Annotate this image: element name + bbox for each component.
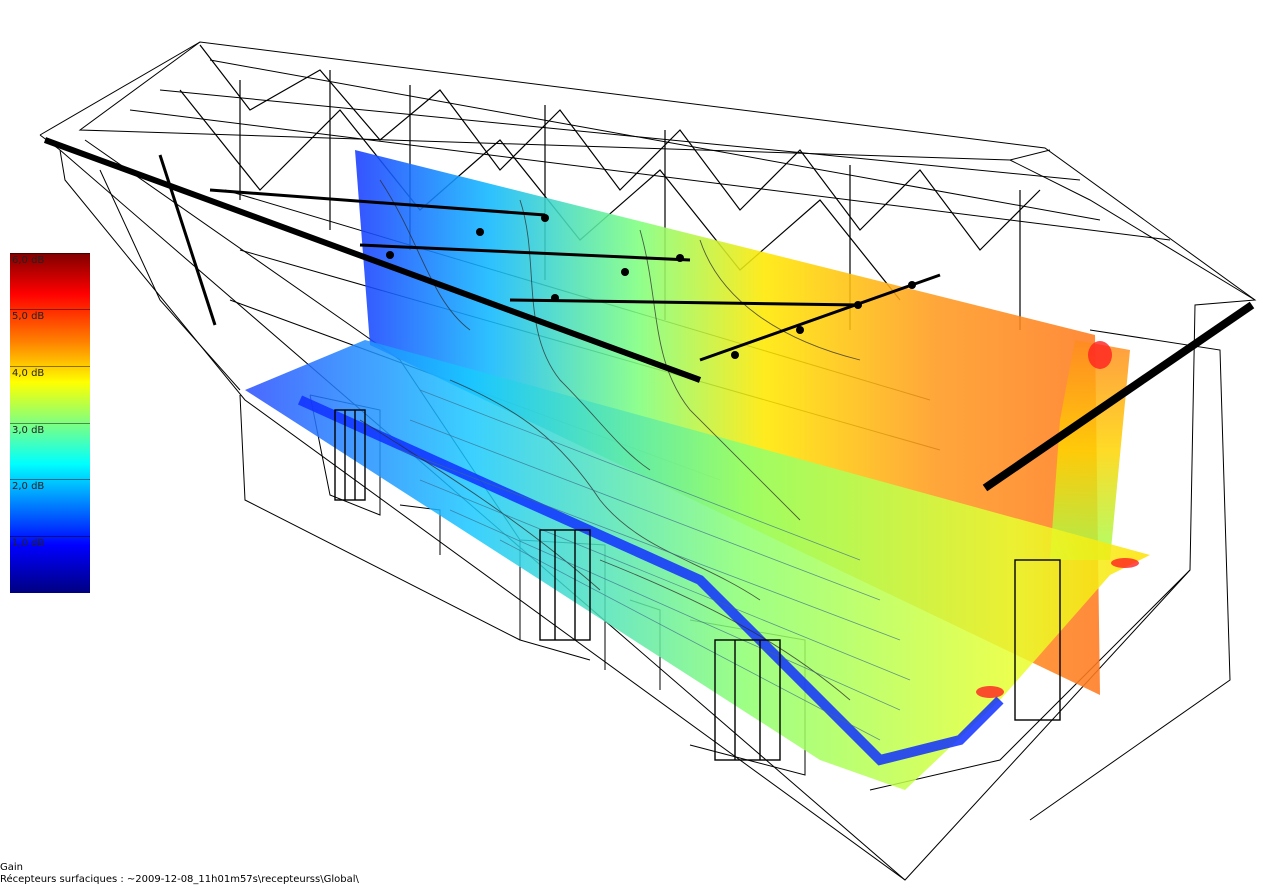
status-caption: Gain Récepteurs surfaciques : ~2009-12-0… (0, 862, 359, 886)
3d-model-viewport[interactable] (0, 0, 1278, 887)
legend-tick: 6,0 dB (10, 253, 90, 266)
legend-tick: 5,0 dB (10, 309, 90, 322)
color-scale-legend: 6,0 dB 5,0 dB 4,0 dB 3,0 dB 2,0 dB 1,0 d… (10, 253, 90, 593)
legend-tick: 2,0 dB (10, 479, 90, 492)
caption-path: Récepteurs surfaciques : ~2009-12-08_11h… (0, 874, 359, 885)
legend-tick-label: 3,0 dB (12, 425, 45, 436)
legend-tick-label: 2,0 dB (12, 481, 45, 492)
legend-tick-label: 5,0 dB (12, 311, 45, 322)
legend-tick-label: 6,0 dB (12, 255, 45, 266)
legend-tick-label: 1,0 dB (12, 538, 45, 549)
caption-title: Gain (0, 862, 23, 873)
legend-tick: 4,0 dB (10, 366, 90, 379)
legend-tick-label: 4,0 dB (12, 368, 45, 379)
legend-tick: 3,0 dB (10, 423, 90, 436)
legend-tick: 1,0 dB (10, 536, 90, 549)
